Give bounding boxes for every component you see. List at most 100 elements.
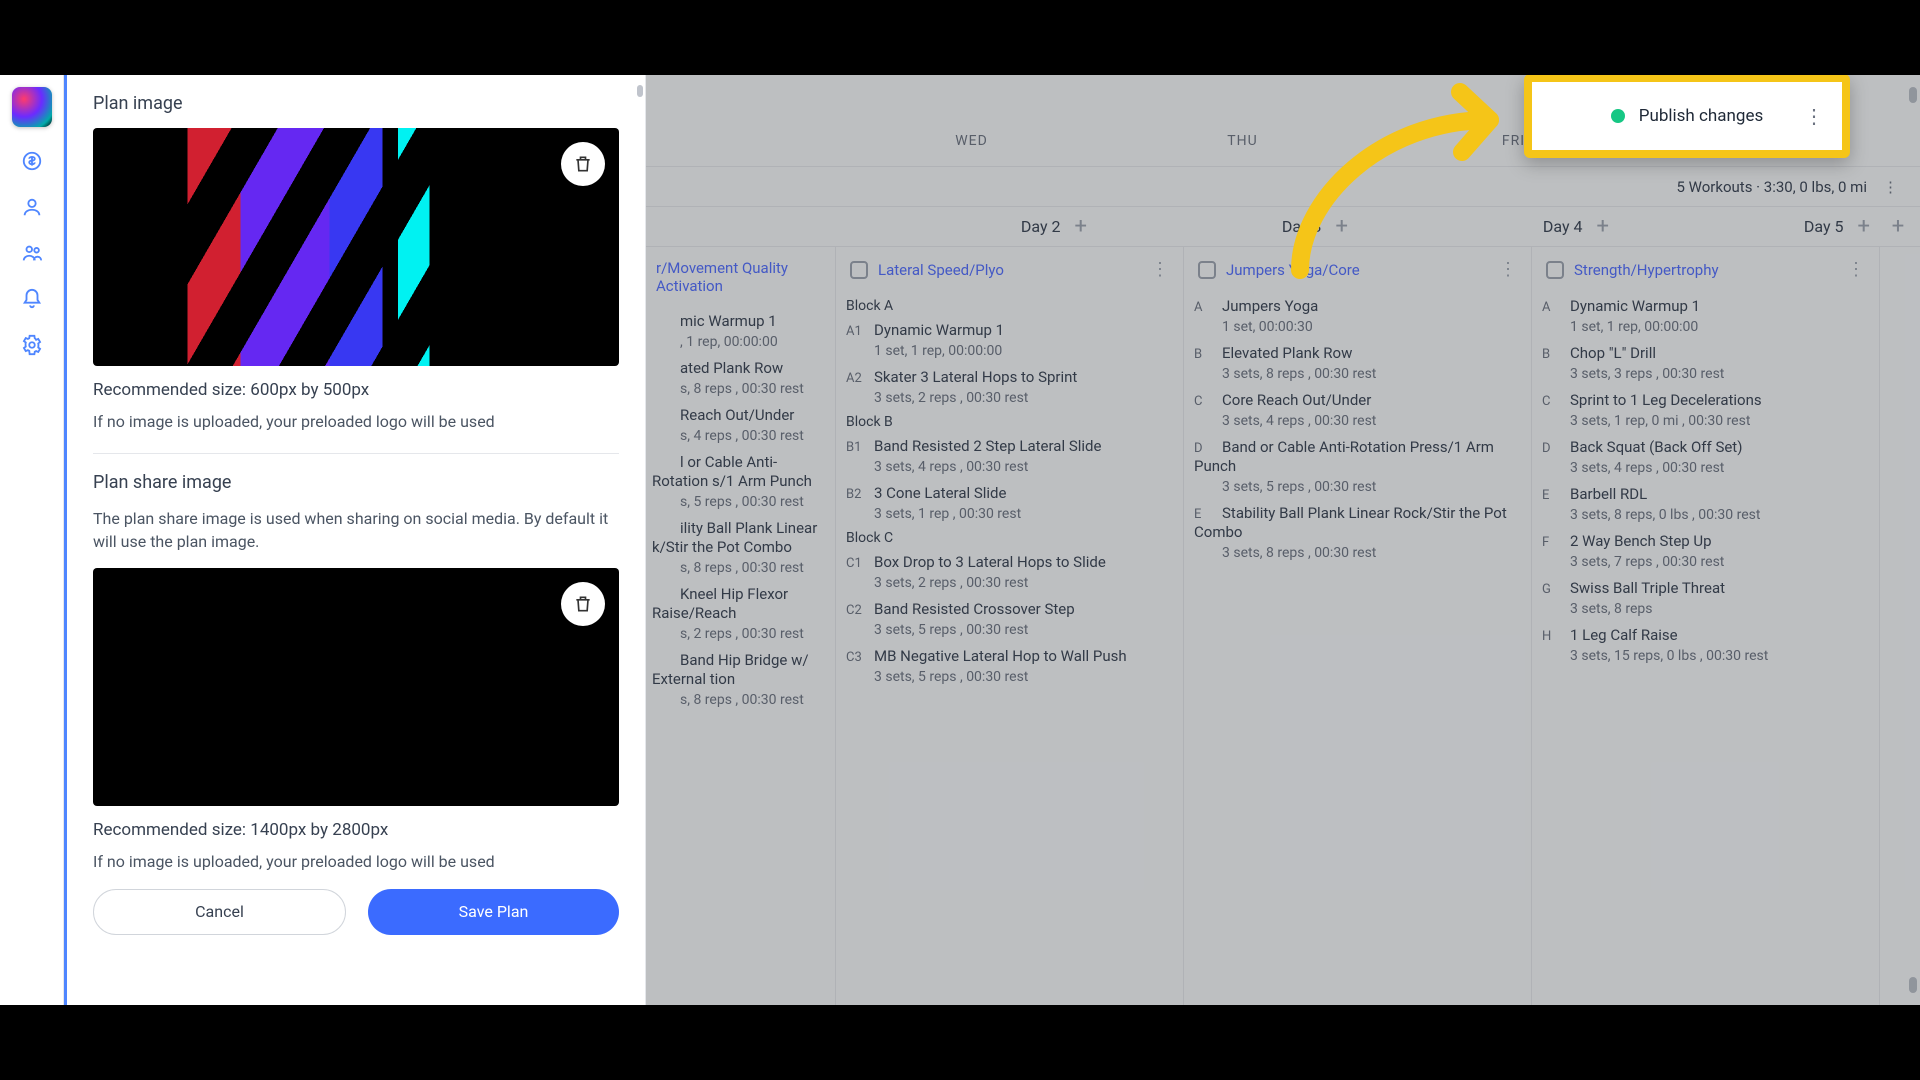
plan-image-art bbox=[93, 128, 619, 366]
workout-header[interactable]: Strength/Hypertrophy ⋮ bbox=[1542, 253, 1869, 290]
exercise-item[interactable]: Kneel Hip Flexor Raise/Reachs, 2 reps , … bbox=[652, 584, 825, 642]
exercise-meta: 3 sets, 2 reps , 00:30 rest bbox=[874, 390, 1173, 406]
plan-image-fallback-hint: If no image is uploaded, your preloaded … bbox=[93, 410, 619, 433]
exercise-tag: B2 bbox=[846, 487, 868, 502]
workout-col-partial: r/Movement Quality Activation mic Warmup… bbox=[646, 247, 836, 1005]
exercise-item[interactable]: ADynamic Warmup 11 set, 1 rep, 00:00:00 bbox=[1542, 296, 1869, 335]
save-plan-button[interactable]: Save Plan bbox=[368, 889, 619, 935]
exercise-name: Sprint to 1 Leg Decelerations bbox=[1570, 391, 1762, 409]
exercise-item[interactable]: H1 Leg Calf Raise3 sets, 15 reps, 0 lbs … bbox=[1542, 625, 1869, 664]
exercise-meta: 3 sets, 4 reps , 00:30 rest bbox=[1570, 460, 1869, 476]
block-label: Block C bbox=[846, 530, 1173, 546]
exercise-item[interactable]: ility Ball Plank Linear k/Stir the Pot C… bbox=[652, 518, 825, 576]
bell-icon[interactable] bbox=[20, 287, 44, 311]
exercise-tag: C bbox=[1194, 394, 1216, 409]
checkbox-icon[interactable] bbox=[1198, 261, 1216, 279]
exercise-item[interactable]: DBack Squat (Back Off Set)3 sets, 4 reps… bbox=[1542, 437, 1869, 476]
clients-icon[interactable] bbox=[20, 241, 44, 265]
billing-icon[interactable] bbox=[20, 149, 44, 173]
exercise-name: l or Cable Anti-Rotation s/1 Arm Punch bbox=[652, 453, 812, 490]
exercise-name: Band Resisted Crossover Step bbox=[874, 600, 1075, 618]
exercise-item[interactable]: B23 Cone Lateral Slide3 sets, 1 rep , 00… bbox=[846, 483, 1173, 522]
cancel-button[interactable]: Cancel bbox=[93, 889, 346, 935]
day-cell-5[interactable]: Day 5+ bbox=[1619, 207, 1880, 246]
add-icon[interactable]: + bbox=[1892, 216, 1904, 238]
main-scrollbar[interactable] bbox=[1906, 75, 1920, 1005]
exercise-name: Dynamic Warmup 1 bbox=[874, 321, 1004, 339]
share-image-size-hint: Recommended size: 1400px by 2800px bbox=[93, 820, 619, 840]
exercise-item[interactable]: C1Box Drop to 3 Lateral Hops to Slide3 s… bbox=[846, 552, 1173, 591]
exercise-item[interactable]: Reach Out/Unders, 4 reps , 00:30 rest bbox=[652, 405, 825, 444]
week-summary-more-icon[interactable]: ⋮ bbox=[1883, 178, 1898, 196]
day-cell-partial bbox=[646, 207, 836, 246]
checkbox-icon[interactable] bbox=[850, 261, 868, 279]
exercise-meta: s, 2 reps , 00:30 rest bbox=[680, 626, 825, 642]
exercise-tag: C3 bbox=[846, 650, 868, 665]
left-nav bbox=[0, 75, 64, 1005]
add-icon[interactable]: + bbox=[1597, 216, 1609, 238]
delete-share-image-button[interactable] bbox=[561, 582, 605, 626]
more-icon[interactable]: ⋮ bbox=[1151, 259, 1169, 280]
share-image-preview[interactable] bbox=[93, 568, 619, 806]
exercise-item[interactable]: A1Dynamic Warmup 11 set, 1 rep, 00:00:00 bbox=[846, 320, 1173, 359]
exercise-item[interactable]: AJumpers Yoga1 set, 00:00:30 bbox=[1194, 296, 1521, 335]
panel-scrollbar[interactable] bbox=[635, 79, 645, 1005]
exercise-tag: E bbox=[1194, 507, 1216, 522]
exercise-name: Stability Ball Plank Linear Rock/Stir th… bbox=[1194, 504, 1507, 541]
workout-col-thu: Jumpers Yoga/Core ⋮ AJumpers Yoga1 set, … bbox=[1184, 247, 1532, 1005]
add-icon[interactable]: + bbox=[1075, 216, 1087, 238]
plan-image-preview[interactable] bbox=[93, 128, 619, 366]
exercise-item[interactable]: DBand or Cable Anti-Rotation Press/1 Arm… bbox=[1194, 437, 1521, 495]
add-icon[interactable]: + bbox=[1858, 216, 1870, 238]
exercise-name: Chop "L" Drill bbox=[1570, 344, 1656, 362]
exercise-tag: B1 bbox=[846, 440, 868, 455]
exercise-tag: B bbox=[1542, 347, 1564, 362]
exercise-item[interactable]: Band Hip Bridge w/ External tions, 8 rep… bbox=[652, 650, 825, 708]
exercise-item[interactable]: C2Band Resisted Crossover Step3 sets, 5 … bbox=[846, 599, 1173, 638]
exercise-meta: 3 sets, 4 reps , 00:30 rest bbox=[1222, 413, 1521, 429]
profile-icon[interactable] bbox=[20, 195, 44, 219]
exercise-tag: A1 bbox=[846, 324, 868, 339]
workout-header[interactable]: Lateral Speed/Plyo ⋮ bbox=[846, 253, 1173, 290]
exercise-item[interactable]: GSwiss Ball Triple Threat3 sets, 8 reps bbox=[1542, 578, 1869, 617]
exercise-item[interactable]: EBarbell RDL3 sets, 8 reps, 0 lbs , 00:3… bbox=[1542, 484, 1869, 523]
exercise-meta: 3 sets, 8 reps bbox=[1570, 601, 1869, 617]
workout-title: Strength/Hypertrophy bbox=[1574, 261, 1837, 279]
workout-header[interactable]: r/Movement Quality Activation bbox=[652, 253, 825, 305]
share-image-desc: The plan share image is used when sharin… bbox=[93, 507, 619, 553]
exercise-name: 1 Leg Calf Raise bbox=[1570, 626, 1678, 644]
exercise-item[interactable]: BChop "L" Drill3 sets, 3 reps , 00:30 re… bbox=[1542, 343, 1869, 382]
settings-icon[interactable] bbox=[20, 333, 44, 357]
exercise-item[interactable]: CCore Reach Out/Under3 sets, 4 reps , 00… bbox=[1194, 390, 1521, 429]
exercise-meta: 3 sets, 1 rep , 00:30 rest bbox=[874, 506, 1173, 522]
exercise-item[interactable]: ated Plank Rows, 8 reps , 00:30 rest bbox=[652, 358, 825, 397]
exercise-item[interactable]: CSprint to 1 Leg Decelerations3 sets, 1 … bbox=[1542, 390, 1869, 429]
more-icon[interactable]: ⋮ bbox=[1804, 104, 1824, 128]
more-icon[interactable]: ⋮ bbox=[1847, 259, 1865, 280]
exercise-name: ility Ball Plank Linear k/Stir the Pot C… bbox=[652, 519, 817, 556]
exercise-name: mic Warmup 1 bbox=[680, 312, 777, 330]
exercise-meta: s, 5 reps , 00:30 rest bbox=[680, 494, 825, 510]
exercise-item[interactable]: EStability Ball Plank Linear Rock/Stir t… bbox=[1194, 503, 1521, 561]
exercise-meta: 3 sets, 1 rep, 0 mi , 00:30 rest bbox=[1570, 413, 1869, 429]
exercise-name: Box Drop to 3 Lateral Hops to Slide bbox=[874, 553, 1106, 571]
delete-plan-image-button[interactable] bbox=[561, 142, 605, 186]
exercise-name: Band Resisted 2 Step Lateral Slide bbox=[874, 437, 1101, 455]
exercise-name: Back Squat (Back Off Set) bbox=[1570, 438, 1742, 456]
exercise-item[interactable]: B1Band Resisted 2 Step Lateral Slide3 se… bbox=[846, 436, 1173, 475]
day-cell-2[interactable]: Day 2+ bbox=[836, 207, 1097, 246]
exercise-name: Dynamic Warmup 1 bbox=[1570, 297, 1700, 315]
exercise-item[interactable]: F2 Way Bench Step Up3 sets, 7 reps , 00:… bbox=[1542, 531, 1869, 570]
exercise-item[interactable]: l or Cable Anti-Rotation s/1 Arm Punch s,… bbox=[652, 452, 825, 510]
exercise-item[interactable]: C3MB Negative Lateral Hop to Wall Push3 … bbox=[846, 646, 1173, 685]
status-dot-icon bbox=[1611, 109, 1625, 123]
exercise-name: MB Negative Lateral Hop to Wall Push bbox=[874, 647, 1127, 665]
publish-changes-callout[interactable]: Publish changes ⋮ bbox=[1524, 74, 1850, 158]
exercise-item[interactable]: BElevated Plank Row3 sets, 8 reps , 00:3… bbox=[1194, 343, 1521, 382]
week-summary-text: 5 Workouts · 3:30, 0 lbs, 0 mi bbox=[1677, 178, 1868, 196]
exercise-item[interactable]: A2Skater 3 Lateral Hops to Sprint3 sets,… bbox=[846, 367, 1173, 406]
exercise-meta: 1 set, 00:00:30 bbox=[1222, 319, 1521, 335]
app-logo[interactable] bbox=[12, 87, 52, 127]
exercise-name: Band or Cable Anti-Rotation Press/1 Arm … bbox=[1194, 438, 1494, 475]
exercise-item[interactable]: mic Warmup 1, 1 rep, 00:00:00 bbox=[652, 311, 825, 350]
